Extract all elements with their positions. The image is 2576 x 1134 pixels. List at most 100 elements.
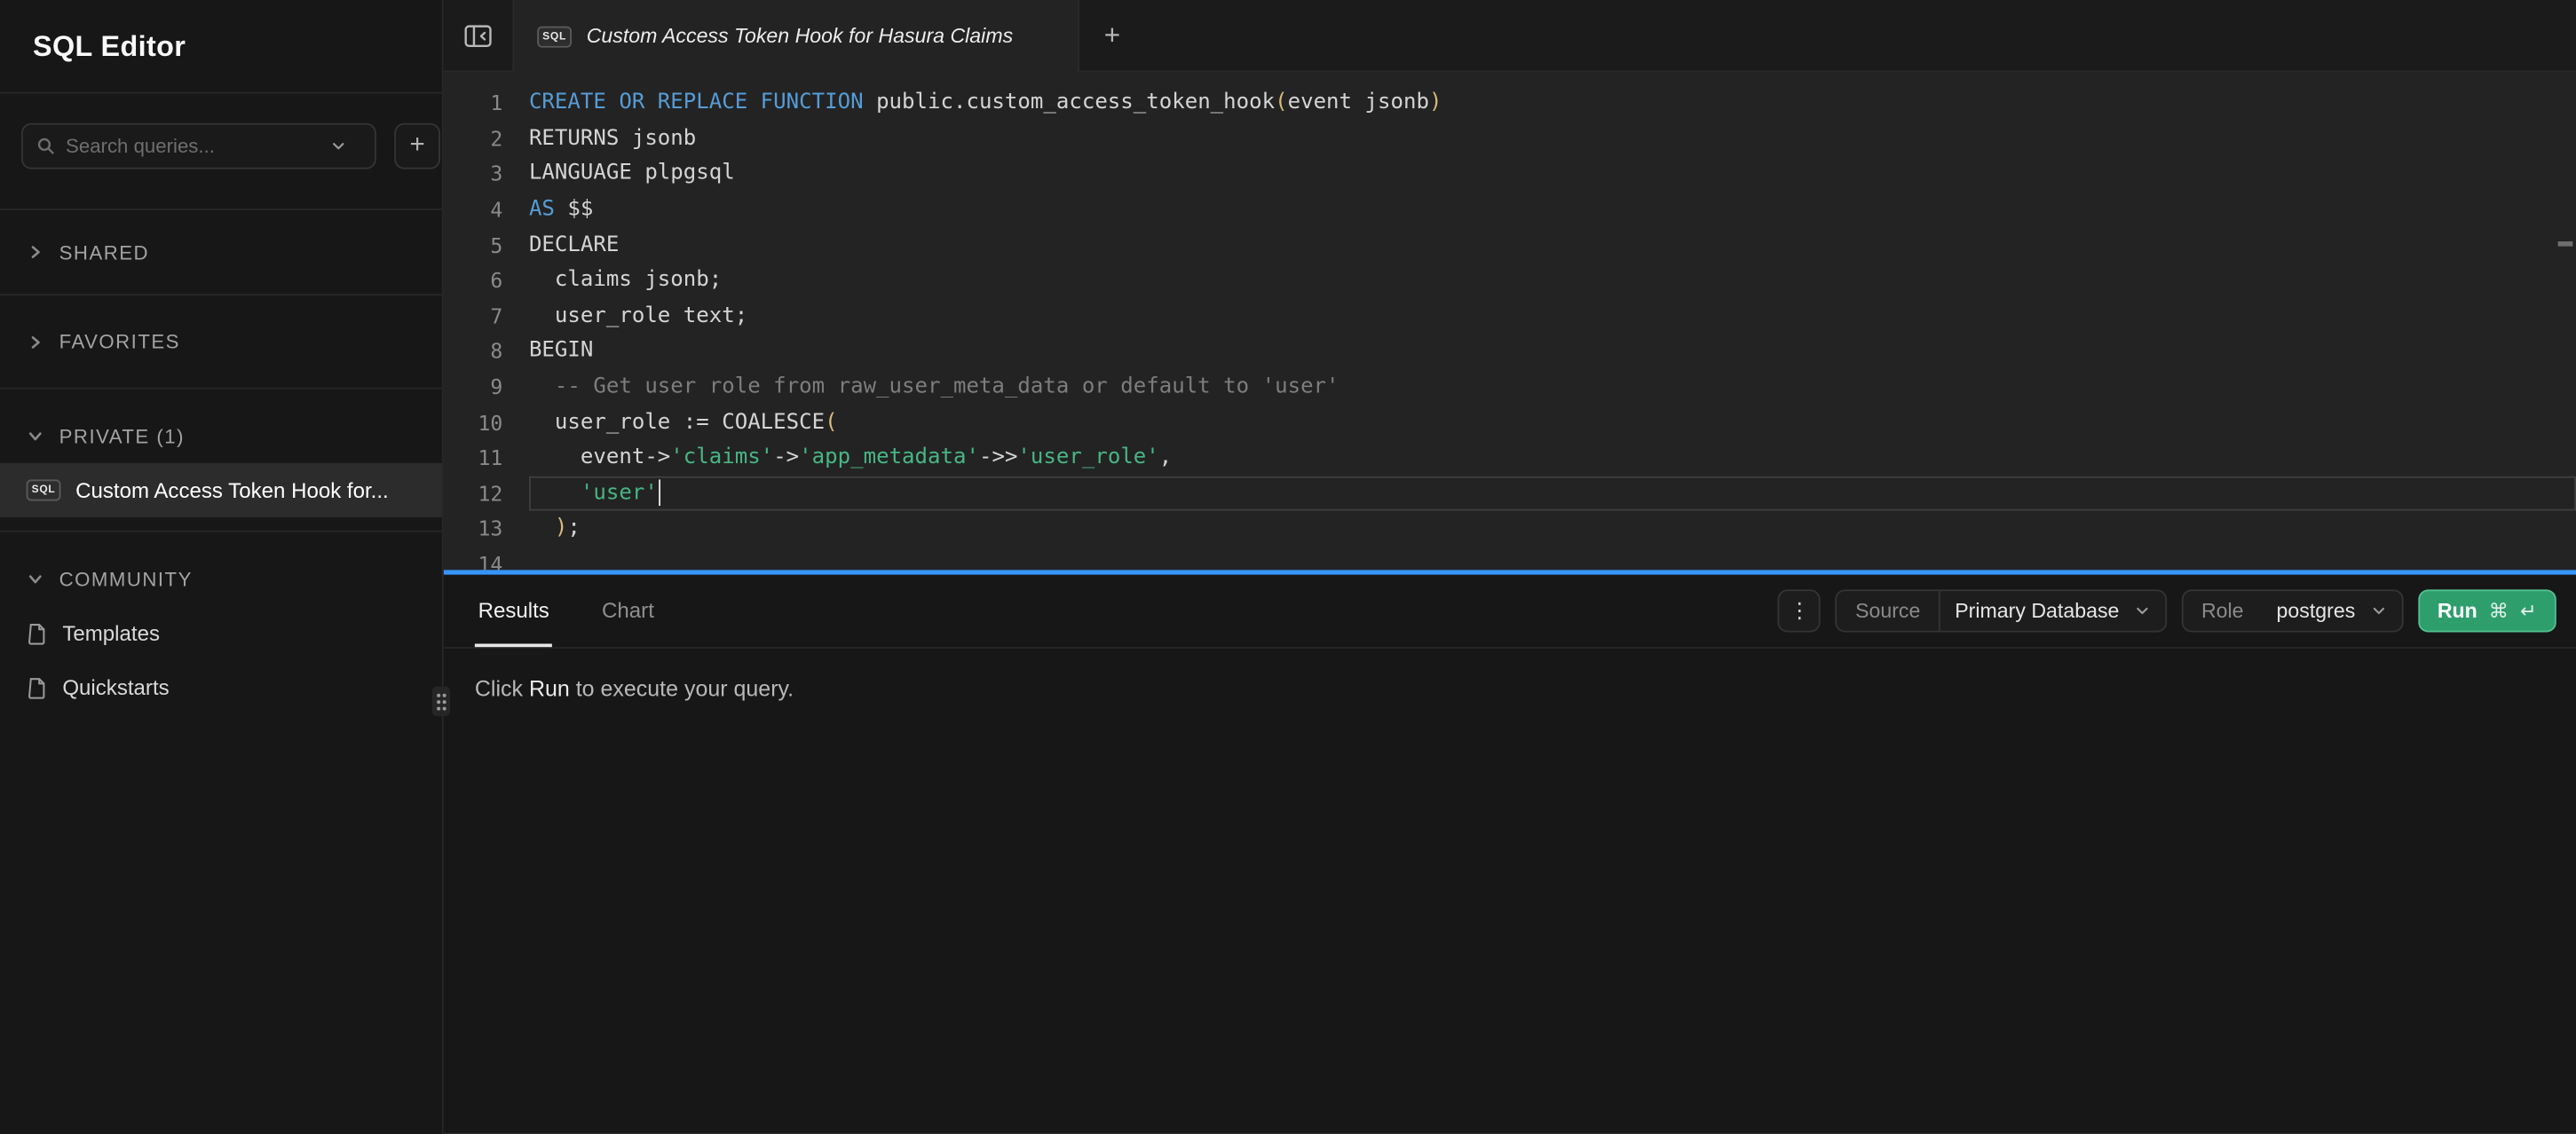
collapse-sidebar-button[interactable] bbox=[444, 0, 513, 71]
drag-dots-icon bbox=[435, 690, 446, 712]
tab-custom-access-token-hook[interactable]: SQL Custom Access Token Hook for Hasura … bbox=[512, 0, 1079, 72]
command-key-icon: ⌘ bbox=[2489, 600, 2509, 623]
code-line-content: RETURNS jsonb bbox=[529, 121, 2576, 156]
code-line-content: -- Get user role from raw_user_meta_data… bbox=[529, 369, 2576, 405]
tab-bar: SQL Custom Access Token Hook for Hasura … bbox=[444, 0, 2576, 72]
role-value: postgres bbox=[2262, 600, 2370, 623]
new-query-button[interactable]: + bbox=[394, 123, 440, 169]
chevron-down-icon bbox=[27, 570, 44, 587]
sidebar-section-community[interactable]: COMMUNITY bbox=[0, 552, 442, 606]
line-number: 13 bbox=[444, 516, 529, 541]
line-number: 1 bbox=[444, 91, 529, 115]
line-number: 8 bbox=[444, 339, 529, 364]
page-title: SQL Editor bbox=[33, 28, 186, 63]
sql-file-icon: SQL bbox=[27, 479, 61, 500]
source-select[interactable]: Source Primary Database bbox=[1836, 589, 2167, 632]
line-number: 12 bbox=[444, 481, 529, 506]
code-line[interactable]: 14 bbox=[444, 547, 2576, 570]
role-select[interactable]: Role postgres bbox=[2182, 589, 2403, 632]
search-input[interactable] bbox=[66, 135, 320, 158]
sidebar-item-templates[interactable]: Templates bbox=[0, 606, 442, 660]
chevron-right-icon bbox=[27, 243, 44, 261]
document-icon bbox=[27, 676, 48, 699]
search-box[interactable] bbox=[21, 123, 376, 169]
new-tab-button[interactable]: + bbox=[1079, 0, 1145, 71]
section-label: COMMUNITY bbox=[59, 567, 193, 590]
empty-state-message: Click Run to execute your query. bbox=[444, 649, 2576, 701]
code-line-content: claims jsonb; bbox=[529, 263, 2576, 298]
code-line-content: user_role text; bbox=[529, 298, 2576, 334]
community-list: Templates Quickstarts bbox=[0, 606, 442, 728]
code-line[interactable]: 13 ); bbox=[444, 511, 2576, 547]
code-line-content: user_role := COALESCE( bbox=[529, 405, 2576, 440]
code-line-content bbox=[529, 547, 2576, 570]
tab-chart[interactable]: Chart bbox=[598, 575, 657, 647]
sql-editor-app: SQL Editor + SHARED FAVORITES PRIVATE (1… bbox=[0, 0, 2576, 1134]
results-toolbar: Results Chart ⋮ Source Primary Database … bbox=[444, 575, 2576, 649]
code-line[interactable]: 11 event->'claims'->'app_metadata'->>'us… bbox=[444, 440, 2576, 476]
sidebar-section-favorites[interactable]: FAVORITES bbox=[0, 295, 442, 389]
role-label: Role bbox=[2184, 600, 2262, 623]
results-tabs: Results Chart bbox=[475, 575, 658, 647]
code-line[interactable]: 10 user_role := COALESCE( bbox=[444, 405, 2576, 440]
code-line[interactable]: 3LANGUAGE plpgsql bbox=[444, 156, 2576, 192]
sidebar-header: SQL Editor bbox=[0, 0, 442, 93]
code-line-content: BEGIN bbox=[529, 334, 2576, 369]
code-line-content: event->'claims'->'app_metadata'->>'user_… bbox=[529, 440, 2576, 476]
code-line[interactable]: 2RETURNS jsonb bbox=[444, 121, 2576, 156]
sidebar: SQL Editor + SHARED FAVORITES PRIVATE (1… bbox=[0, 0, 444, 1134]
sql-file-icon: SQL bbox=[537, 26, 572, 47]
toolbar-right-controls: ⋮ Source Primary Database Role postgres … bbox=[1778, 589, 2556, 632]
code-line[interactable]: 9 -- Get user role from raw_user_meta_da… bbox=[444, 369, 2576, 405]
section-label: SHARED bbox=[59, 240, 149, 264]
message-text: to execute your query. bbox=[570, 677, 794, 702]
line-number: 11 bbox=[444, 445, 529, 470]
chevron-down-icon bbox=[27, 427, 44, 445]
sidebar-section-private[interactable]: PRIVATE (1) bbox=[0, 409, 442, 463]
run-label: Run bbox=[2438, 600, 2477, 623]
chevron-down-icon bbox=[2134, 602, 2151, 619]
sidebar-section-shared[interactable]: SHARED bbox=[0, 210, 442, 295]
line-number: 3 bbox=[444, 161, 529, 186]
code-line-content: 'user' bbox=[529, 476, 2576, 511]
source-label: Source bbox=[1837, 600, 1939, 623]
line-number: 9 bbox=[444, 374, 529, 399]
sidebar-item-quickstarts[interactable]: Quickstarts bbox=[0, 660, 442, 714]
code-line[interactable]: 12 'user' bbox=[444, 476, 2576, 511]
code-line[interactable]: 4AS $$ bbox=[444, 192, 2576, 227]
search-icon bbox=[36, 137, 56, 156]
section-label: PRIVATE (1) bbox=[59, 424, 185, 447]
code-line[interactable]: 6 claims jsonb; bbox=[444, 263, 2576, 298]
code-line[interactable]: 1CREATE OR REPLACE FUNCTION public.custo… bbox=[444, 85, 2576, 121]
chevron-down-icon bbox=[330, 138, 347, 154]
document-icon bbox=[27, 622, 48, 645]
section-label: FAVORITES bbox=[59, 330, 180, 353]
tab-title: Custom Access Token Hook for Hasura Clai… bbox=[587, 25, 1013, 48]
run-button[interactable]: Run ⌘ ↵ bbox=[2418, 589, 2556, 632]
results-panel: Click Run to execute your query. bbox=[444, 649, 2576, 1134]
code-line-content: LANGUAGE plpgsql bbox=[529, 156, 2576, 192]
line-number: 5 bbox=[444, 232, 529, 257]
tab-results[interactable]: Results bbox=[475, 575, 553, 647]
line-number: 6 bbox=[444, 268, 529, 293]
code-line[interactable]: 8BEGIN bbox=[444, 334, 2576, 369]
more-options-button[interactable]: ⋮ bbox=[1778, 589, 1821, 632]
sidebar-resize-handle[interactable] bbox=[432, 687, 450, 716]
query-name: Custom Access Token Hook for... bbox=[75, 478, 389, 503]
item-label: Quickstarts bbox=[62, 675, 169, 700]
chevron-right-icon bbox=[27, 333, 44, 350]
overview-ruler-mark bbox=[2558, 241, 2573, 247]
code-line[interactable]: 7 user_role text; bbox=[444, 298, 2576, 334]
line-number: 2 bbox=[444, 126, 529, 151]
item-label: Templates bbox=[62, 621, 160, 646]
line-number: 10 bbox=[444, 410, 529, 435]
panel-collapse-icon bbox=[463, 22, 493, 49]
main-panel: SQL Custom Access Token Hook for Hasura … bbox=[444, 0, 2576, 1134]
private-query-list: SQL Custom Access Token Hook for... bbox=[0, 463, 442, 532]
sidebar-item-query[interactable]: SQL Custom Access Token Hook for... bbox=[0, 463, 442, 517]
message-run-word: Run bbox=[529, 677, 570, 702]
chevron-down-icon bbox=[2370, 602, 2387, 619]
code-editor[interactable]: 1CREATE OR REPLACE FUNCTION public.custo… bbox=[444, 72, 2576, 570]
enter-key-icon: ↵ bbox=[2520, 600, 2537, 623]
code-line[interactable]: 5DECLARE bbox=[444, 227, 2576, 263]
